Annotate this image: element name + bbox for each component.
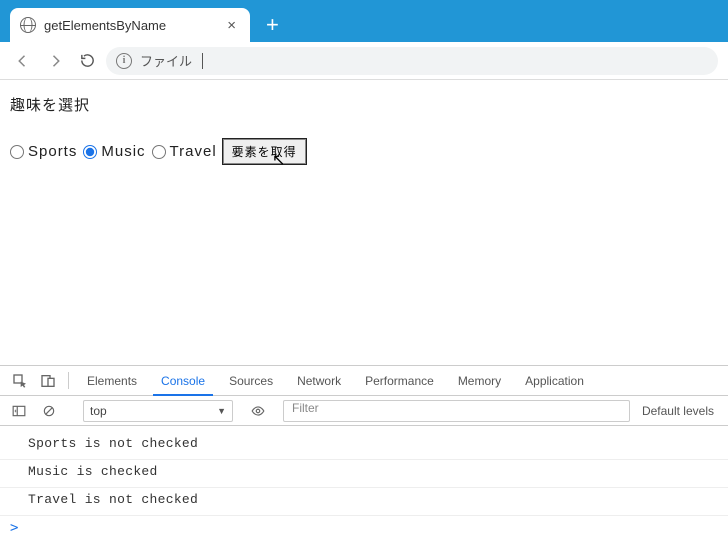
console-line: Music is checked xyxy=(0,460,728,488)
console-prompt[interactable]: > xyxy=(0,516,728,540)
browser-tab[interactable]: getElementsByName × xyxy=(10,8,250,42)
radio-sports[interactable] xyxy=(10,145,24,159)
page-content: 趣味を選択 SportsMusicTravel要素を取得 ↖ xyxy=(0,80,728,365)
devtools-tab-sources[interactable]: Sources xyxy=(217,366,285,395)
devtools-panel: ElementsConsoleSourcesNetworkPerformance… xyxy=(0,365,728,540)
live-expression-button[interactable] xyxy=(245,400,271,422)
get-elements-button[interactable]: 要素を取得 xyxy=(223,139,306,164)
sidebar-icon xyxy=(12,404,26,418)
radio-option-music[interactable]: Music xyxy=(83,143,145,160)
radio-music[interactable] xyxy=(83,145,97,159)
url-text: ファイル xyxy=(140,51,192,70)
tab-title: getElementsByName xyxy=(44,18,223,33)
info-icon[interactable]: i xyxy=(116,53,132,69)
radio-option-travel[interactable]: Travel xyxy=(152,143,217,160)
console-line: Travel is not checked xyxy=(0,488,728,516)
url-box[interactable]: i ファイル xyxy=(106,47,718,75)
address-bar: i ファイル xyxy=(0,42,728,80)
radio-label: Music xyxy=(101,143,145,160)
devtools-tab-memory[interactable]: Memory xyxy=(446,366,513,395)
inspect-element-button[interactable] xyxy=(6,366,34,395)
console-filter-input[interactable]: Filter xyxy=(283,400,630,422)
new-tab-button[interactable]: + xyxy=(266,14,279,36)
globe-icon xyxy=(20,17,36,33)
browser-titlebar: getElementsByName × + xyxy=(0,0,728,42)
chevron-down-icon: ▼ xyxy=(217,406,226,416)
device-icon xyxy=(40,373,56,389)
radio-label: Sports xyxy=(28,143,77,160)
devtools-tab-performance[interactable]: Performance xyxy=(353,366,446,395)
console-output: Sports is not checkedMusic is checkedTra… xyxy=(0,426,728,516)
console-line: Sports is not checked xyxy=(0,432,728,460)
inspect-icon xyxy=(12,373,28,389)
filter-placeholder: Filter xyxy=(292,401,319,415)
devtools-tab-bar: ElementsConsoleSourcesNetworkPerformance… xyxy=(0,366,728,396)
separator xyxy=(68,372,69,389)
reload-icon xyxy=(79,52,96,69)
back-button[interactable] xyxy=(10,48,36,74)
console-toolbar: top ▼ Filter Default levels xyxy=(0,396,728,426)
context-label: top xyxy=(90,404,107,418)
log-levels-selector[interactable]: Default levels xyxy=(634,404,722,418)
devtools-tab-application[interactable]: Application xyxy=(513,366,596,395)
clear-console-button[interactable] xyxy=(36,400,62,422)
eye-icon xyxy=(251,404,265,418)
radio-label: Travel xyxy=(170,143,217,160)
reload-button[interactable] xyxy=(74,48,100,74)
arrow-right-icon xyxy=(46,52,64,70)
console-sidebar-toggle[interactable] xyxy=(6,400,32,422)
devtools-tab-console[interactable]: Console xyxy=(149,366,217,395)
hobby-options: Sports Music Travel 要素を取得 xyxy=(10,139,718,164)
radio-travel[interactable] xyxy=(152,145,166,159)
context-selector[interactable]: top ▼ xyxy=(83,400,233,422)
page-heading: 趣味を選択 xyxy=(10,94,718,115)
close-icon[interactable]: × xyxy=(223,17,240,34)
devtools-tab-network[interactable]: Network xyxy=(285,366,353,395)
radio-option-sports[interactable]: Sports xyxy=(10,143,77,160)
clear-icon xyxy=(42,404,56,418)
devtools-tab-elements[interactable]: Elements xyxy=(75,366,149,395)
forward-button[interactable] xyxy=(42,48,68,74)
device-toolbar-button[interactable] xyxy=(34,366,62,395)
arrow-left-icon xyxy=(14,52,32,70)
text-cursor xyxy=(202,53,203,69)
